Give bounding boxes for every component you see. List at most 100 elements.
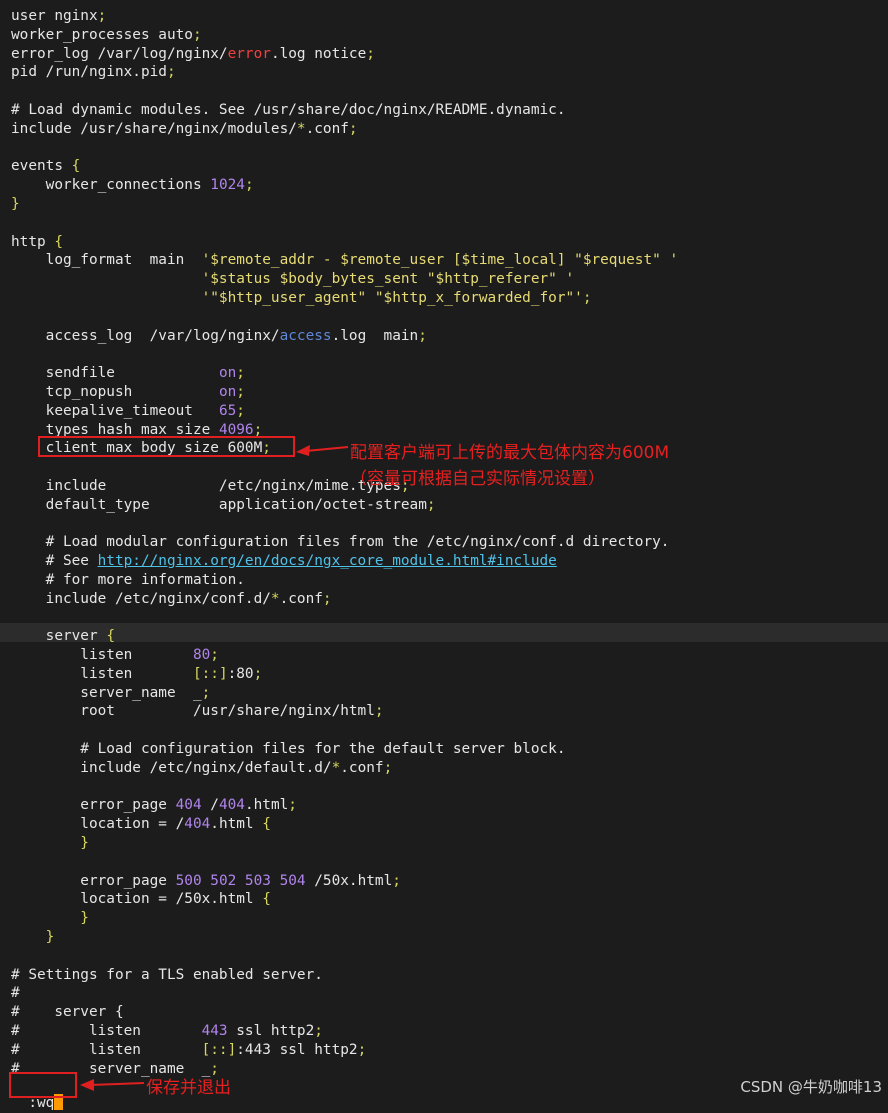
code-token: server xyxy=(11,628,107,645)
code-token: ; xyxy=(426,496,436,513)
code-token: # listen xyxy=(11,1041,202,1058)
code-token: '$remote_addr - $remote_user [$time_loca… xyxy=(201,252,679,269)
code-token: [::] xyxy=(201,1041,237,1058)
code-token: ; xyxy=(166,64,176,81)
code-line: # Load modular configuration files from … xyxy=(11,533,678,552)
code-line: error_page 404 /404.html; xyxy=(11,796,678,815)
code-line: pid /run/nginx.pid; xyxy=(11,63,678,82)
code-line: # Load configuration files for the defau… xyxy=(11,740,678,759)
code-token: # listen xyxy=(11,1023,202,1040)
code-token[interactable]: http://nginx.org/en/docs/ngx_core_module… xyxy=(98,553,557,569)
code-token: ; xyxy=(374,703,384,720)
code-token: worker_processes auto xyxy=(11,26,193,43)
code-token: 404 xyxy=(218,797,245,814)
code-line: listen [::]:80; xyxy=(11,665,678,684)
code-line: location = /404.html { xyxy=(11,815,678,834)
code-token: ; xyxy=(314,1023,323,1040)
code-token: include /usr/share/nginx/modules/ xyxy=(11,120,297,137)
code-token: # xyxy=(11,985,20,1002)
code-token: '$status $body_bytes_sent "$http_referer… xyxy=(201,271,575,288)
code-token: { xyxy=(262,816,271,833)
code-token: .conf xyxy=(340,759,384,776)
arrow-icon-left xyxy=(80,1079,145,1091)
code-token: error_log /var/log/nginx/ xyxy=(11,45,228,62)
code-token: ; xyxy=(392,872,401,889)
code-token: ; xyxy=(192,26,202,43)
code-line: root /usr/share/nginx/html; xyxy=(11,702,678,721)
code-token: on xyxy=(218,383,237,400)
code-line: } xyxy=(11,834,678,853)
arrow-icon-left xyxy=(296,445,349,456)
code-token: ; xyxy=(582,289,592,306)
annotation-line-2: （容量可根据自己实际情况设置） xyxy=(350,469,605,489)
code-line: worker_processes auto; xyxy=(11,26,678,45)
code-token: error xyxy=(227,45,271,62)
code-token: 404 xyxy=(175,797,202,814)
code-line: default_type application/octet-stream; xyxy=(11,496,678,515)
code-line: # Settings for a TLS enabled server. xyxy=(11,966,678,985)
code-line: log_format main '$remote_addr - $remote_… xyxy=(11,251,678,270)
code-token: location = /50x.html xyxy=(11,891,263,908)
code-token: .conf xyxy=(305,120,349,137)
highlight-box-wq xyxy=(9,1072,77,1098)
code-line: # listen [::]:443 ssl http2; xyxy=(11,1041,678,1060)
code-token: .log notice xyxy=(270,45,367,62)
code-line: } xyxy=(11,195,678,214)
code-token: error_page xyxy=(11,872,176,889)
code-line: access_log /var/log/nginx/access.log mai… xyxy=(11,327,678,346)
code-token: location = / xyxy=(11,816,185,833)
code-line: sendfile on; xyxy=(11,364,678,383)
code-token: ; xyxy=(366,45,375,62)
code-line: # server { xyxy=(11,1003,678,1022)
code-line: include /etc/nginx/default.d/*.conf; xyxy=(11,759,678,778)
code-token: http xyxy=(11,233,55,250)
code-token: listen xyxy=(11,647,193,664)
code-token: '"$http_user_agent" "$http_x_forwarded_f… xyxy=(201,289,583,306)
code-token: error_page xyxy=(11,797,176,814)
code-token: { xyxy=(54,233,63,250)
code-line: user nginx; xyxy=(11,7,678,26)
code-line: error_page 500 502 503 504 /50x.html; xyxy=(11,872,678,891)
code-token: * xyxy=(270,590,280,607)
code-token: tcp_nopush xyxy=(11,383,219,400)
code-line: location = /50x.html { xyxy=(11,890,678,909)
code-token: ; xyxy=(97,8,107,24)
code-token: { xyxy=(262,891,271,908)
code-line: server { xyxy=(11,627,678,646)
annotation-line-1: 配置客户端可上传的最大包体内容为600M xyxy=(350,443,670,463)
code-token: * xyxy=(331,759,341,776)
code-token: # Load modular configuration files from … xyxy=(11,534,670,551)
code-token: 80 xyxy=(192,647,211,664)
code-token: include /etc/nginx/conf.d/ xyxy=(11,590,271,607)
vim-editor-buffer[interactable]: user nginx; worker_processes auto; error_l… xyxy=(11,7,678,1078)
code-token: .log main xyxy=(331,327,419,344)
code-token: keepalive_timeout xyxy=(11,402,219,419)
code-line: events { xyxy=(11,157,678,176)
code-line: # Load dynamic modules. See /usr/share/d… xyxy=(11,101,678,120)
code-token: ssl http2 xyxy=(227,1023,315,1040)
code-token: ; xyxy=(418,327,427,344)
code-token: server_name _ xyxy=(11,684,202,701)
code-token: } xyxy=(11,910,89,927)
annotation-max-body-size: 配置客户端可上传的最大包体内容为600M （容量可根据自己实际情况设置） xyxy=(350,438,669,489)
code-line: http { xyxy=(11,233,678,252)
code-token: .html xyxy=(210,816,263,833)
code-token: # server { xyxy=(11,1004,124,1021)
code-line: } xyxy=(11,928,678,947)
code-line: worker_connections 1024; xyxy=(11,176,678,195)
code-token: } xyxy=(11,195,20,212)
code-token: # See xyxy=(11,553,98,570)
code-token: pid /run/nginx.pid xyxy=(11,64,167,81)
code-token: } xyxy=(11,929,55,946)
code-token: include /etc/nginx/default.d/ xyxy=(11,759,332,776)
